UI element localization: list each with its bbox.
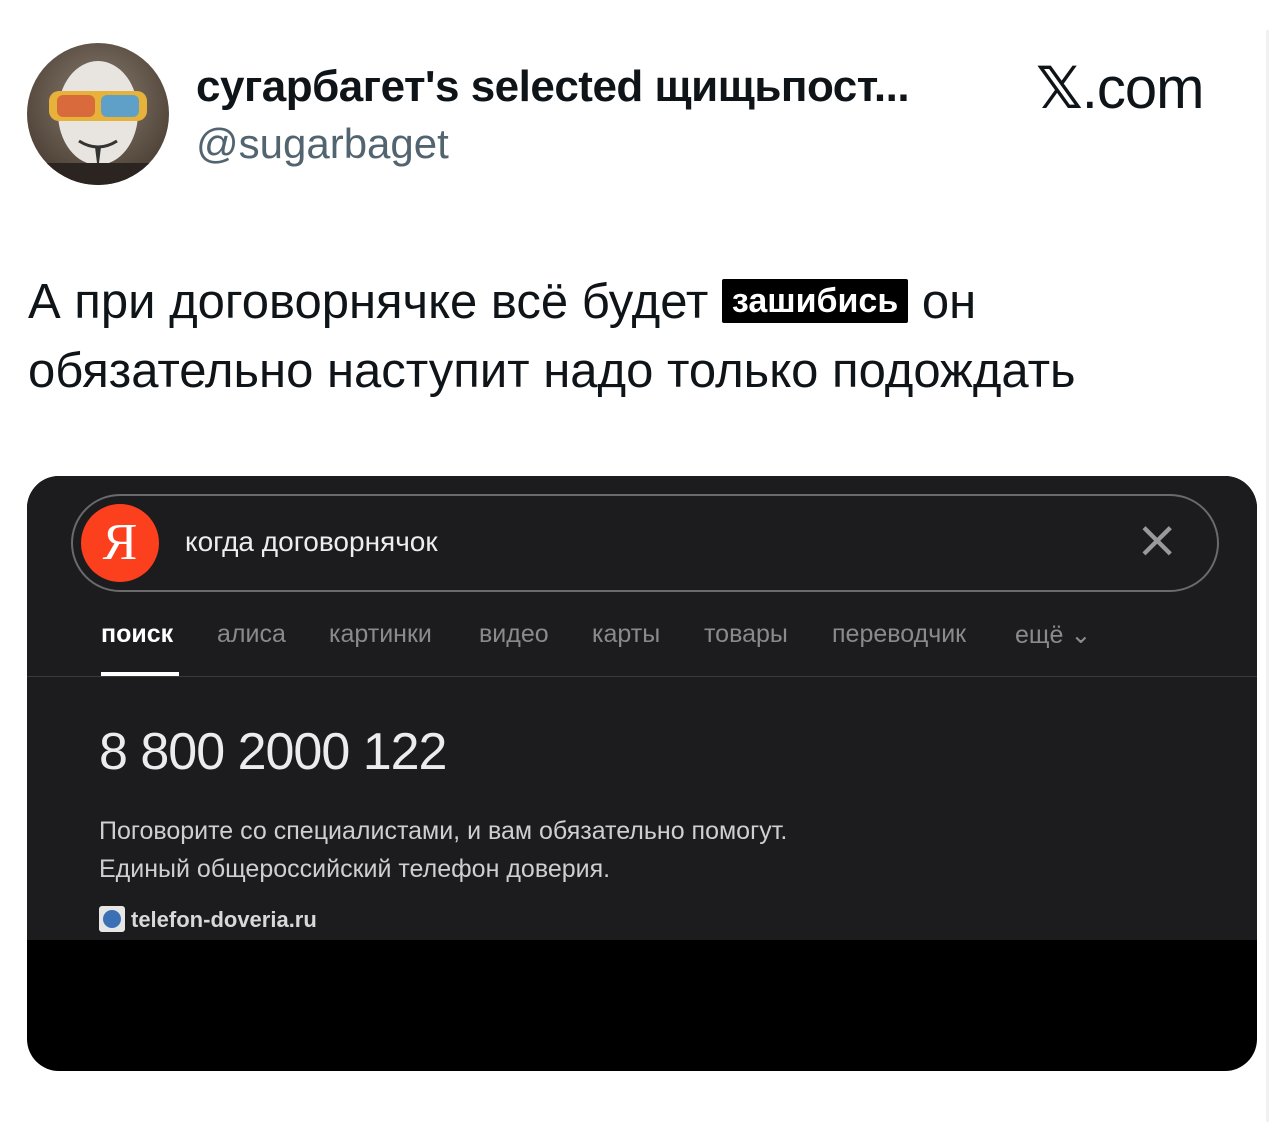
x-logo-icon: 𝕏: [1036, 54, 1083, 122]
result-site: telefon-doveria.ru: [99, 906, 317, 933]
tab-maps: карты: [592, 620, 661, 648]
tweet-media-image[interactable]: Я когда договорнячок × поиск алиса карти…: [27, 476, 1257, 1071]
yandex-screenshot: Я когда договорнячок × поиск алиса карти…: [27, 476, 1257, 940]
avatar-mask-image: [27, 61, 169, 185]
tab-video: видео: [479, 620, 549, 648]
tab-alice: алиса: [217, 620, 286, 648]
redacted-word: зашибись: [721, 279, 909, 323]
tab-images: картинки: [329, 620, 432, 648]
divider: [27, 676, 1257, 677]
search-query: когда договорнячок: [185, 526, 438, 557]
author-name[interactable]: сугарбагет's selected щищьпост...: [196, 62, 910, 112]
tab-products: товары: [704, 620, 788, 648]
result-description: Поговорите со специалистами, и вам обяза…: [99, 812, 787, 888]
tab-search: поиск: [101, 620, 174, 648]
search-bar: Я когда договорнячок ×: [71, 494, 1219, 592]
tab-more: ещё ⌄: [1015, 621, 1092, 649]
scrollbar-track[interactable]: [1266, 30, 1269, 1122]
result-site-domain: telefon-doveria.ru: [131, 907, 317, 932]
result-description-line-1: Поговорите со специалистами, и вам обяза…: [99, 817, 788, 845]
close-icon: ×: [1135, 510, 1179, 570]
tweet-text-part-1: А при договорнячке всё будет: [28, 275, 722, 329]
tab-translator: переводчик: [832, 620, 967, 648]
yandex-logo-icon: Я: [81, 504, 159, 582]
avatar[interactable]: [27, 43, 169, 185]
x-brand-logo: 𝕏.com: [1036, 54, 1205, 122]
site-favicon-icon: [99, 906, 125, 932]
brand-suffix: .com: [1081, 56, 1205, 121]
author-handle[interactable]: @sugarbaget: [196, 120, 449, 168]
result-description-line-2: Единый общероссийский телефон доверия.: [99, 855, 611, 883]
tweet-text: А при договорнячке всё будет зашибись он…: [28, 268, 1258, 406]
result-phone-number: 8 800 2000 122: [99, 723, 447, 781]
